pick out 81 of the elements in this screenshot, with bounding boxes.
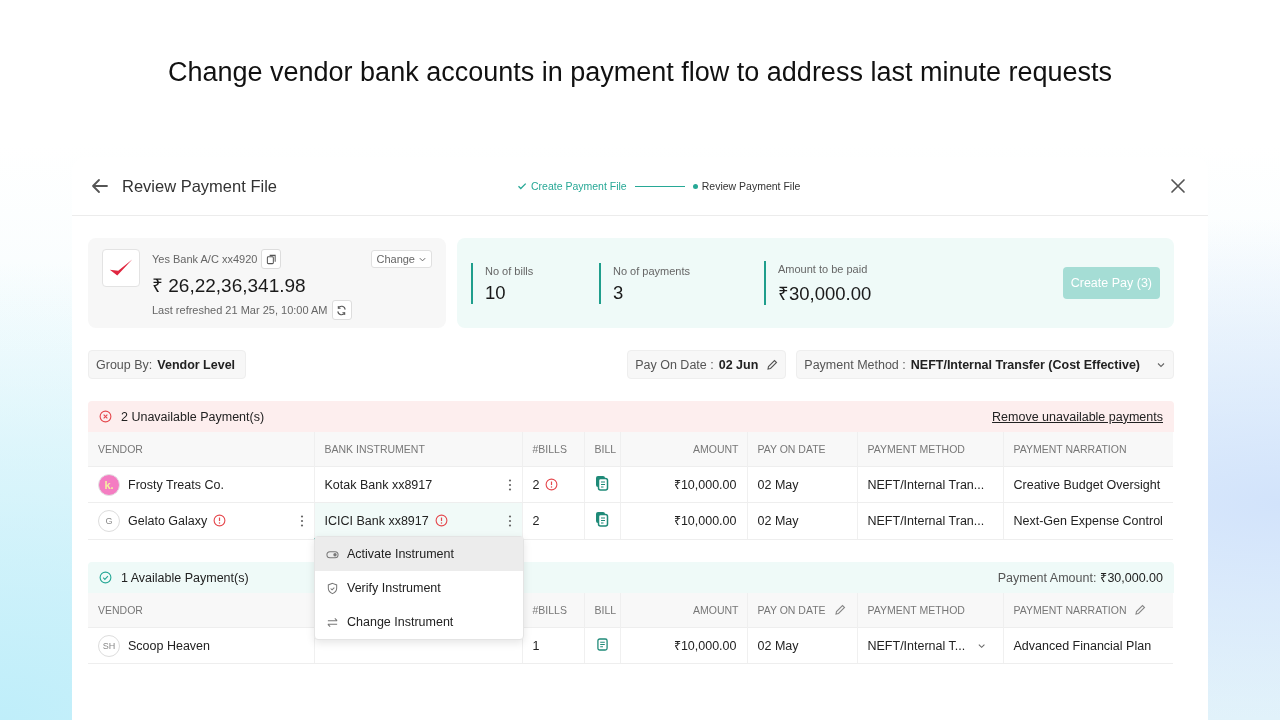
page-title: Review Payment File [122, 176, 277, 196]
column-header: BILL [594, 443, 617, 455]
pay-date: 02 May [757, 513, 799, 528]
payment-narration: Advanced Financial Plan [1013, 638, 1152, 653]
payment-narration: Creative Budget Oversight [1013, 477, 1161, 492]
section-title: 1 Available Payment(s) [121, 570, 249, 585]
bank-logo-icon [102, 249, 140, 287]
payment-method-dropdown[interactable]: Payment Method : NEFT/Internal Transfer (Cost Effective) [796, 350, 1174, 379]
pay-date: 02 May [757, 638, 799, 653]
step-label: Create Payment File [531, 180, 627, 192]
column-header: PAYMENT METHOD [867, 604, 965, 616]
headline: Change vendor bank accounts in payment flow to address last minute requests [167, 56, 1112, 89]
refresh-icon[interactable] [331, 300, 352, 320]
documents-icon[interactable] [595, 511, 609, 528]
menu-item[interactable]: Verify Instrument [315, 571, 523, 605]
change-dropdown[interactable]: Change [371, 250, 432, 268]
column-header: PAY ON DATE [757, 443, 826, 455]
vendor-name: Frosty Treats Co. [128, 477, 224, 492]
vendor-avatar: k. [98, 473, 120, 496]
payment-narration: Next-Gen Expense Control [1013, 513, 1163, 528]
column-header: VENDOR [98, 604, 143, 616]
copy-icon[interactable] [261, 249, 282, 269]
menu-item[interactable]: Change Instrument [315, 605, 523, 639]
last-refreshed: Last refreshed 21 Mar 25, 10:00 AM [152, 304, 328, 316]
document-icon[interactable] [596, 637, 608, 651]
payment-method: NEFT/Internal Tran... [867, 477, 985, 492]
shield-icon [326, 581, 339, 595]
column-header: AMOUNT [693, 443, 739, 455]
documents-icon[interactable] [595, 475, 609, 491]
bank-instrument: ICICI Bank xx8917 [324, 513, 429, 528]
column-header: #BILLS [532, 604, 567, 616]
account-balance: ₹ 26,22,36,341.98 [152, 274, 307, 298]
pencil-icon[interactable] [766, 358, 779, 371]
pay-on-date-field[interactable]: Pay On Date : 02 Jun [627, 350, 787, 379]
column-header: BANK INSTRUMENT [324, 443, 425, 455]
column-header: PAYMENT METHOD [867, 443, 965, 455]
close-icon[interactable] [1170, 178, 1186, 194]
group-by-selector[interactable]: Group By: Vendor Level [88, 350, 247, 379]
stat-value: 3 [613, 281, 625, 304]
remove-unavailable-link[interactable]: Remove unavailable payments [992, 409, 1163, 424]
stat-label: No of bills [485, 264, 534, 277]
bill-count: 1 [532, 638, 540, 653]
step-label: Review Payment File [701, 180, 801, 192]
payment-method: NEFT/Internal Tran... [867, 513, 985, 528]
bank-instrument: Kotak Bank xx8917 [324, 477, 433, 492]
payment-amount-label: Payment Amount: [997, 570, 1097, 585]
account-name: Yes Bank A/C xx4920 [152, 253, 258, 265]
back-arrow-icon[interactable] [90, 176, 110, 196]
vendor-name: Gelato Galaxy [128, 513, 208, 528]
amount: ₹10,000.00 [673, 639, 737, 653]
menu-item[interactable]: Activate Instrument [315, 537, 523, 571]
column-header: #BILLS [532, 443, 567, 455]
stat-label: Amount to be paid [778, 263, 869, 275]
payment-method: NEFT/Internal T... [867, 638, 966, 653]
pencil-icon[interactable] [833, 604, 846, 616]
column-header: PAYMENT NARRATION [1013, 604, 1127, 616]
success-icon [99, 571, 112, 584]
bill-count: 2 [532, 477, 540, 492]
error-icon [99, 410, 112, 423]
swap-icon [326, 615, 339, 629]
stat-value: ₹30,000.00 [778, 282, 872, 305]
stat-value: 10 [485, 281, 507, 304]
column-header: BILL [594, 604, 617, 616]
more-icon[interactable] [507, 477, 512, 492]
vendor-name: Scoop Heaven [128, 638, 210, 653]
amount: ₹10,000.00 [673, 478, 737, 492]
column-header: AMOUNT [693, 604, 739, 616]
section-title: 2 Unavailable Payment(s) [121, 409, 265, 424]
payment-amount-value: ₹30,000.00 [1100, 570, 1163, 586]
amount: ₹10,000.00 [673, 514, 737, 529]
more-icon[interactable] [507, 513, 512, 528]
vendor-avatar: G [98, 509, 120, 532]
bill-count: 2 [532, 513, 540, 528]
column-header: PAY ON DATE [757, 604, 826, 616]
stat-label: No of payments [613, 264, 691, 277]
vendor-avatar: SH [98, 634, 120, 657]
column-header: PAYMENT NARRATION [1013, 443, 1127, 455]
pencil-icon[interactable] [1134, 604, 1147, 616]
pay-date: 02 May [757, 477, 799, 492]
column-header: VENDOR [98, 443, 143, 455]
more-icon[interactable] [299, 513, 304, 528]
